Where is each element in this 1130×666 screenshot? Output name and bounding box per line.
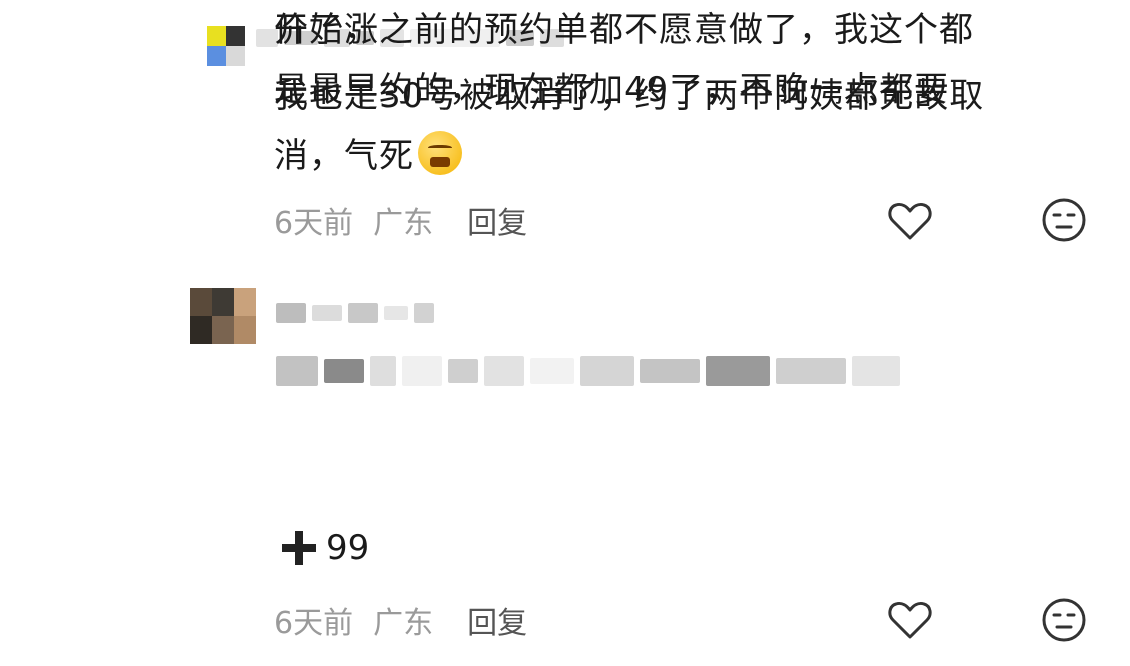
reply-button[interactable]: 回复: [467, 598, 527, 642]
comment-text: 价了，之前的预约单都不愿意做了，我这个都 是最早约的，现在都加49了，再晚一点都…: [274, 0, 974, 120]
comment-text-line: 是最早约的，现在都加49了，再晚一点都要: [274, 70, 950, 110]
plus-value: 99: [280, 528, 369, 568]
comment-location: 广东: [373, 206, 434, 241]
comment-meta: 6天前 广东 回复: [274, 598, 527, 642]
username-blurred[interactable]: [276, 302, 434, 324]
angry-face-icon: [418, 131, 462, 175]
plus-icon: [280, 529, 318, 567]
avatar[interactable]: [190, 288, 256, 344]
comment-text-line: 价了，之前的预约单都不愿意做了，我这个都: [274, 10, 974, 50]
comment-location: 广东: [373, 606, 434, 641]
avatar[interactable]: [207, 26, 245, 66]
comment-time: 6天前: [274, 206, 354, 241]
comment-text-line-part: 消，气死: [274, 136, 414, 176]
comment-time: 6天前: [274, 606, 354, 641]
comment-meta: 6天前 广东 回复: [274, 198, 527, 242]
redacted-text-blurred: [276, 354, 900, 388]
heart-outline-icon[interactable]: [886, 197, 934, 245]
comment-text-line: 消，气死: [274, 126, 1094, 186]
comment-item-2: [0, 270, 1130, 666]
plus-value-number: 99: [326, 528, 370, 568]
reply-button[interactable]: 回复: [467, 198, 527, 242]
heart-outline-icon[interactable]: [886, 596, 934, 644]
unamused-face-icon[interactable]: [1040, 596, 1088, 644]
unamused-face-icon[interactable]: [1040, 196, 1088, 244]
